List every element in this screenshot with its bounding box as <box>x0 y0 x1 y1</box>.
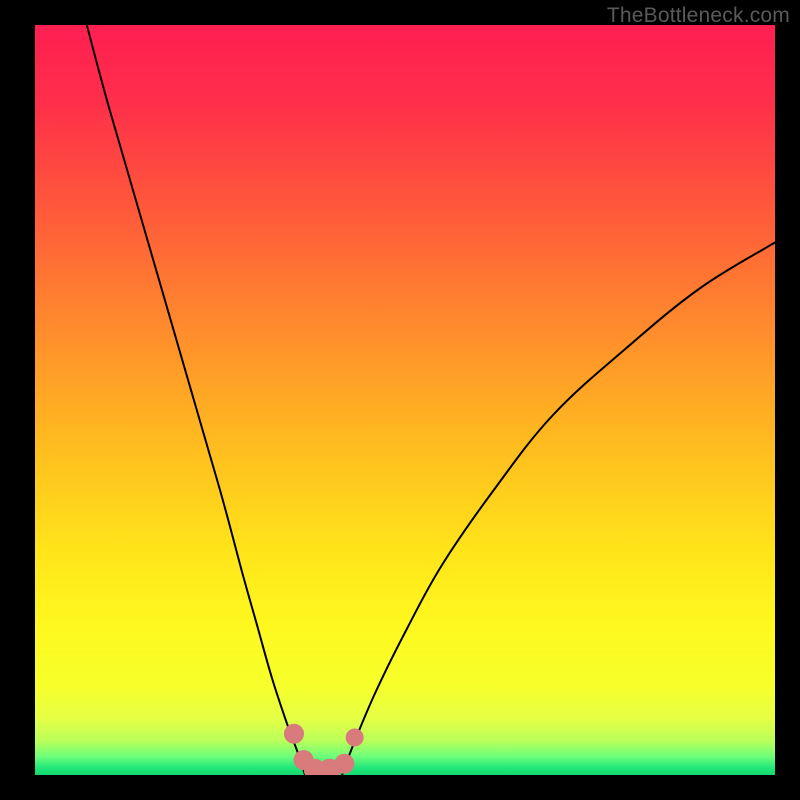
watermark-text: TheBottleneck.com <box>607 4 790 28</box>
right-blob-upper <box>346 729 364 747</box>
bottleneck-chart <box>35 25 775 775</box>
left-blob-upper <box>284 724 304 744</box>
right-blob-lower <box>334 754 354 774</box>
chart-frame: TheBottleneck.com <box>0 0 800 800</box>
plot-area <box>35 25 775 775</box>
gradient-background <box>35 25 775 775</box>
